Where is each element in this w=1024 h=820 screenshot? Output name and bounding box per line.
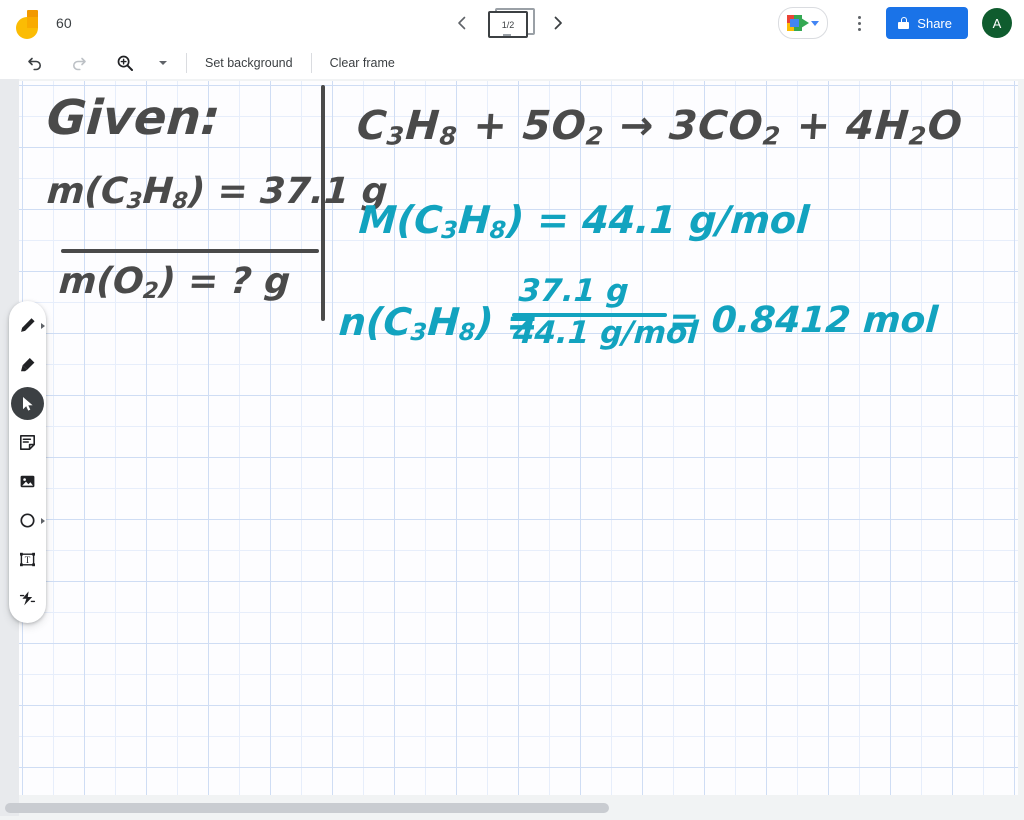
frame-counter[interactable]: 1/2 [487,6,535,40]
app-header: 60 1/2 Share A [0,0,1024,46]
ink-text: C [355,103,390,149]
frame-counter-label: 1/2 [501,19,515,30]
edit-toolbar: Set background Clear frame [0,46,1024,80]
ink-text: m(O [57,261,146,302]
avatar[interactable]: A [982,8,1012,38]
lock-icon [898,17,910,29]
next-frame-button[interactable] [541,6,575,40]
ink-text: m(C [45,171,129,212]
ink-horizontal-separator [61,249,319,253]
jamboard-app: 60 1/2 Share A Set background Clear fram… [0,0,1024,820]
ink-given-label: Given: [45,90,223,146]
google-meet-button[interactable] [778,7,829,39]
svg-text:T: T [25,555,31,565]
ink-chemical-equation: C3H8 + 5O2 → 3CO2 + 4H2O [355,103,964,150]
ink-subscript: 8 [488,216,508,245]
image-tool[interactable] [11,465,44,498]
canvas-area[interactable]: Given: m(C3H8) = 37.1 g m(O2) = ? g C3H8… [0,79,1024,820]
ink-subscript: 2 [907,121,929,151]
google-meet-icon [787,15,810,31]
ink-moles-result: = 0.8412 mol [667,300,940,341]
more-options-button[interactable] [844,8,874,38]
ink-text: + [795,103,833,149]
chevron-right-icon [41,322,45,329]
ink-text: 3CO [667,103,766,149]
ink-text: H [404,103,442,149]
laser-pointer-tool[interactable] [11,582,44,615]
ink-text: H [141,171,175,212]
chevron-down-icon [159,60,167,65]
toolbar-divider [310,52,312,73]
header-actions: Share A [778,0,1012,46]
horizontal-scrollbar[interactable] [0,802,1024,814]
ink-text: H [457,198,492,242]
pen-tool[interactable] [11,309,45,342]
shape-tool[interactable] [11,504,45,537]
ink-text: 4H [844,103,912,149]
clear-frame-button[interactable]: Clear frame [320,51,405,75]
ink-text: ) = 44.1 g/mol [505,198,811,242]
ink-moles-lhs: n(C3H8) = [337,300,540,346]
ink-arrow: → [618,103,656,149]
sticky-note-tool[interactable] [11,426,44,459]
ink-text: O [926,103,965,149]
ink-molar-mass: M(C3H8) = 44.1 g/mol [357,198,811,245]
ink-text: ) = ? g [157,261,292,302]
ink-vertical-divider [321,85,325,321]
eraser-tool[interactable] [11,348,44,381]
ink-text: n(C [337,300,413,344]
jam-board-canvas[interactable]: Given: m(C3H8) = 37.1 g m(O2) = ? g C3H8… [19,81,1018,795]
share-button-label: Share [917,15,952,31]
jamboard-logo-icon [14,8,40,39]
select-tool[interactable] [11,387,44,420]
ink-subscript: 3 [409,318,429,347]
page-title[interactable]: 60 [56,15,72,31]
ink-unknown-mass-oxygen: m(O2) = ? g [57,261,292,304]
canvas-bottom-strip [0,816,1024,820]
undo-button[interactable] [20,48,50,78]
ink-subscript: 3 [385,121,406,151]
frame-navigation: 1/2 [445,4,575,42]
previous-frame-button[interactable] [445,6,479,40]
chevron-right-icon [41,517,45,524]
drawing-toolbox: T [9,301,46,623]
zoom-dropdown-button[interactable] [148,48,178,78]
ink-subscript: 2 [584,121,606,151]
ink-given-mass-propane: m(C3H8) = 37.1 g [45,171,389,214]
avatar-initial: A [992,15,1002,31]
ink-text: + [471,103,510,149]
ink-subscript: 2 [761,121,783,151]
ink-text: ) = 37.1 g [187,171,389,212]
zoom-button[interactable] [110,48,140,78]
chevron-down-icon [811,20,820,26]
ink-subscript: 8 [438,121,459,151]
ink-text: M(C [357,198,444,242]
redo-button[interactable] [64,48,94,78]
share-button[interactable]: Share [886,7,968,39]
ink-moles-numerator: 37.1 g [517,273,630,309]
horizontal-scrollbar-thumb[interactable] [5,803,609,813]
ink-text: 5O [521,103,589,149]
ink-subscript: 8 [457,318,477,347]
toolbar-divider [186,52,187,73]
ink-text: H [426,300,462,344]
text-box-tool[interactable]: T [11,543,44,576]
set-background-button[interactable]: Set background [195,51,303,75]
